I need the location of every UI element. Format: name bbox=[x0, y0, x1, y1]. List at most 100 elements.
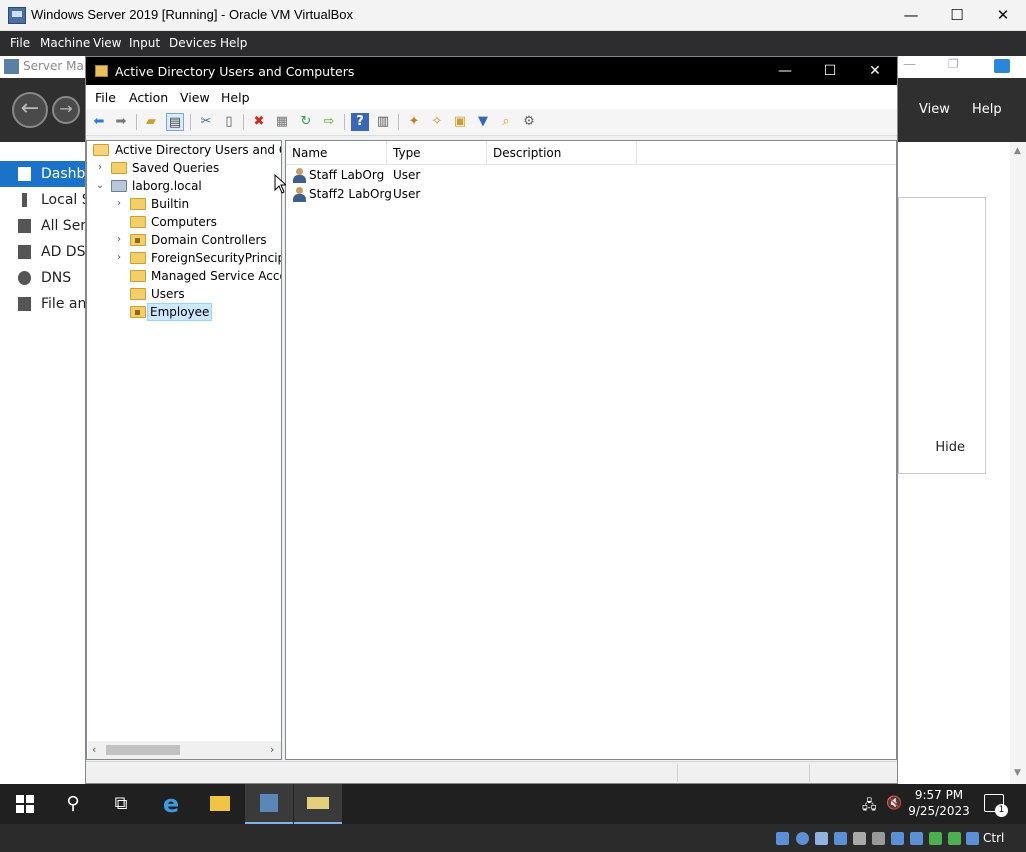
forward-arrow-icon[interactable]: → bbox=[52, 96, 80, 124]
chevron-right-icon[interactable]: › bbox=[113, 231, 125, 249]
sidebar-item-all-servers[interactable]: All Serv bbox=[0, 213, 86, 239]
action-pane-icon[interactable]: ▥ bbox=[374, 113, 392, 131]
list-item[interactable]: Staff LabOrg User bbox=[286, 166, 896, 185]
tree-item-domain-controllers[interactable]: › Domain Controllers bbox=[113, 231, 281, 249]
new-group-icon[interactable]: ✧ bbox=[428, 113, 446, 131]
tree-item-foreign-security-principals[interactable]: › ForeignSecurityPrincipals bbox=[113, 249, 281, 267]
toolbar-separator bbox=[190, 114, 191, 130]
export-list-icon[interactable]: ⇨ bbox=[320, 113, 338, 131]
sm-vertical-scrollbar[interactable]: ▲ ▼ bbox=[1010, 142, 1026, 784]
tree-item-computers[interactable]: Computers bbox=[113, 213, 281, 231]
add-to-group-icon[interactable]: ⚙ bbox=[520, 113, 538, 131]
show-console-tree-icon[interactable]: ▤ bbox=[166, 113, 184, 131]
tree-item-label: Managed Service Accour bbox=[151, 269, 281, 283]
forward-icon[interactable]: ➡ bbox=[112, 113, 130, 131]
file-explorer-icon[interactable] bbox=[196, 784, 244, 824]
hard-disk-icon[interactable] bbox=[776, 832, 789, 845]
scroll-left-icon[interactable]: ‹ bbox=[92, 743, 96, 756]
chevron-right-icon[interactable]: › bbox=[113, 249, 125, 267]
close-button[interactable]: ✕ bbox=[980, 0, 1026, 31]
sm-view-menu[interactable]: View bbox=[919, 102, 950, 117]
copy-icon[interactable]: ▯ bbox=[220, 113, 238, 131]
tree-item-employee[interactable]: Employee bbox=[113, 303, 281, 321]
search-icon[interactable]: ⚲ bbox=[49, 784, 97, 824]
sidebar-item-label: File and bbox=[41, 296, 86, 312]
mouse-integration-icon[interactable] bbox=[966, 832, 979, 845]
up-folder-icon[interactable]: ▰ bbox=[142, 113, 160, 131]
aduc-menu-file[interactable]: File bbox=[95, 90, 116, 105]
column-header-name[interactable]: Name bbox=[286, 141, 387, 165]
new-user-icon[interactable]: ✦ bbox=[405, 113, 423, 131]
help-icon[interactable]: ? bbox=[351, 113, 369, 131]
sidebar-item-dashboard[interactable]: Dashbo bbox=[0, 161, 86, 187]
refresh-icon[interactable]: ↻ bbox=[297, 113, 315, 131]
sm-restore-icon[interactable]: ❐ bbox=[948, 57, 959, 71]
aduc-taskbar-icon[interactable] bbox=[294, 784, 342, 824]
tree-item-domain[interactable]: ⌄ laborg.local bbox=[94, 177, 281, 195]
scroll-up-icon[interactable]: ▲ bbox=[1014, 146, 1021, 156]
minimize-button[interactable]: — bbox=[888, 0, 934, 31]
vbox-menu-file[interactable]: File bbox=[10, 36, 30, 50]
cpu-activity-icon[interactable] bbox=[948, 832, 961, 845]
system-clock[interactable]: 9:57 PM 9/25/2023 bbox=[899, 787, 979, 819]
aduc-minimize-button[interactable]: — bbox=[762, 57, 808, 85]
vbox-menu-devices[interactable]: Devices bbox=[169, 36, 216, 50]
network-adapter-icon[interactable] bbox=[834, 832, 847, 845]
chevron-right-icon[interactable]: › bbox=[94, 159, 106, 177]
start-windows-icon[interactable] bbox=[1, 784, 49, 824]
usb-icon[interactable] bbox=[853, 832, 866, 845]
optical-drive-icon[interactable] bbox=[796, 832, 809, 845]
aduc-menu-action[interactable]: Action bbox=[129, 90, 168, 105]
recording-icon[interactable] bbox=[910, 832, 923, 845]
vbox-menu-input[interactable]: Input bbox=[129, 36, 160, 50]
properties-icon[interactable]: ▦ bbox=[273, 113, 291, 131]
vbox-menu-view[interactable]: View bbox=[93, 36, 121, 50]
shared-folders-icon[interactable] bbox=[872, 832, 885, 845]
hide-link[interactable]: Hide bbox=[935, 440, 965, 455]
sidebar-item-dns[interactable]: DNS bbox=[0, 265, 86, 291]
filter-icon[interactable]: ▼ bbox=[474, 113, 492, 131]
aduc-close-button[interactable]: ✕ bbox=[852, 57, 898, 85]
tree-item-managed-service-accounts[interactable]: Managed Service Accour bbox=[113, 267, 281, 285]
tree-horizontal-scrollbar[interactable]: ‹ › bbox=[88, 741, 281, 759]
chevron-down-icon[interactable]: ⌄ bbox=[94, 177, 106, 195]
tree-item-builtin[interactable]: › Builtin bbox=[113, 195, 281, 213]
display-icon[interactable] bbox=[891, 832, 904, 845]
scroll-right-icon[interactable]: › bbox=[270, 743, 274, 756]
sidebar-item-ad-ds[interactable]: AD DS bbox=[0, 239, 86, 265]
aduc-menu-help[interactable]: Help bbox=[221, 90, 250, 105]
sidebar-item-local-server[interactable]: Local S bbox=[0, 187, 86, 213]
virtualization-icon[interactable] bbox=[929, 832, 942, 845]
new-ou-icon[interactable]: ▣ bbox=[451, 113, 469, 131]
delete-icon[interactable]: ✖ bbox=[250, 113, 268, 131]
scroll-down-icon[interactable]: ▼ bbox=[1014, 768, 1021, 778]
aduc-maximize-button[interactable]: ☐ bbox=[807, 57, 853, 85]
tree-item-root[interactable]: Active Directory Users and Com bbox=[92, 141, 281, 159]
server-manager-taskbar-icon[interactable] bbox=[245, 784, 293, 824]
find-icon[interactable]: ⌕ bbox=[497, 113, 515, 131]
vbox-menu-machine[interactable]: Machine bbox=[40, 36, 90, 50]
task-view-icon[interactable]: ⧉ bbox=[97, 784, 145, 824]
aduc-menu-view[interactable]: View bbox=[180, 90, 210, 105]
back-icon[interactable]: ⬅ bbox=[90, 113, 108, 131]
maximize-button[interactable]: ☐ bbox=[934, 0, 980, 31]
tree-item-users[interactable]: Users bbox=[113, 285, 281, 303]
network-icon[interactable]: 🖧 bbox=[862, 796, 877, 818]
scrollbar-thumb[interactable] bbox=[106, 745, 180, 755]
internet-explorer-icon[interactable]: e bbox=[147, 784, 195, 824]
sidebar-item-file-storage[interactable]: File and bbox=[0, 291, 86, 317]
sm-help-menu[interactable]: Help bbox=[972, 102, 1002, 117]
vbox-menu-help[interactable]: Help bbox=[220, 36, 247, 50]
ou-folder-icon bbox=[130, 234, 146, 246]
list-item[interactable]: Staff2 LabOrg User bbox=[286, 185, 896, 204]
column-header-type[interactable]: Type bbox=[387, 141, 487, 165]
audio-icon[interactable] bbox=[815, 832, 828, 845]
back-arrow-icon[interactable]: ← bbox=[12, 92, 48, 128]
folder-icon bbox=[111, 162, 127, 174]
cut-icon[interactable]: ✂ bbox=[197, 113, 215, 131]
sm-notification-flag-icon[interactable] bbox=[994, 59, 1010, 73]
tree-item-saved-queries[interactable]: › Saved Queries bbox=[94, 159, 281, 177]
chevron-right-icon[interactable]: › bbox=[113, 195, 125, 213]
column-header-description[interactable]: Description bbox=[487, 141, 637, 165]
sm-minimize-icon[interactable]: — bbox=[903, 57, 916, 72]
